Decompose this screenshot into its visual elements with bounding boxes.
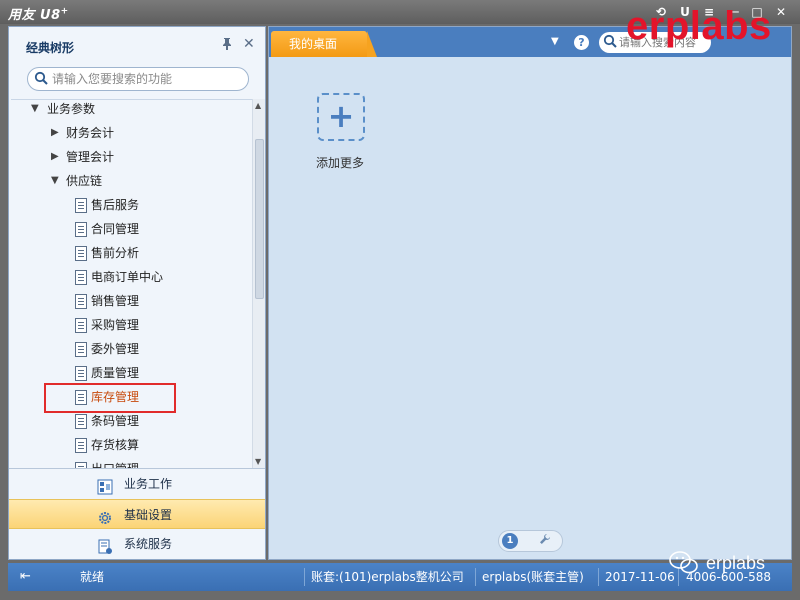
nav-business-work[interactable]: 业务工作 [9, 469, 265, 499]
tree-item-business-params[interactable]: ▼ 业务参数 [11, 100, 251, 120]
tree-item-supply-chain[interactable]: ▼ 供应链 [11, 170, 251, 192]
watermark-brand: erplabs [626, 4, 772, 48]
tree-item-quality[interactable]: 质量管理 [11, 362, 251, 384]
scroll-down-arrow-icon[interactable]: ▼ [255, 457, 261, 466]
tree-item-contract[interactable]: 合同管理 [11, 218, 251, 240]
wrench-icon[interactable] [539, 533, 551, 548]
search-icon [34, 71, 48, 88]
document-icon [75, 414, 87, 429]
status-separator [475, 568, 476, 586]
tree-item-sales[interactable]: 销售管理 [11, 290, 251, 312]
nav-system-service[interactable]: 系统服务 [9, 529, 265, 559]
tree-item-presales[interactable]: 售前分析 [11, 242, 251, 264]
status-state: 就绪 [80, 570, 105, 584]
tree-item-label: 售后服务 [91, 198, 140, 212]
tree-item-management-accounting[interactable]: ▶ 管理会计 [11, 146, 251, 168]
status-separator [304, 568, 305, 586]
document-icon [75, 198, 87, 213]
watermark-wechat-text: erplabs [706, 553, 766, 573]
tree-item-outsourcing[interactable]: 委外管理 [11, 338, 251, 360]
tree-item-label: 业务参数 [47, 102, 96, 116]
tab-my-desktop[interactable]: 我的桌面 [271, 31, 377, 57]
app-title-text: 用友 U8 [8, 8, 61, 23]
tree-item-label: 采购管理 [91, 318, 140, 332]
nav-label: 业务工作 [124, 477, 173, 491]
search-input[interactable] [52, 71, 242, 87]
status-account: 账套:(101)erplabs整机公司 [311, 570, 464, 584]
document-icon [75, 294, 87, 309]
highlight-annotation [44, 383, 176, 413]
status-user: erplabs(账套主管) [482, 570, 584, 584]
chevron-down-icon[interactable]: ▼ [51, 170, 59, 192]
tree-item-purchasing[interactable]: 采购管理 [11, 314, 251, 336]
document-icon [75, 438, 87, 453]
tree-item-label: 存货核算 [91, 438, 140, 452]
tree-item-barcode[interactable]: 条码管理 [11, 410, 251, 432]
page-1-button[interactable]: 1 [502, 533, 518, 549]
document-icon [75, 246, 87, 261]
app-title: 用友 U8+ [8, 4, 69, 23]
tree-item-label: 财务会计 [66, 126, 115, 140]
desktop-pane: 我的桌面 ▼ ? + 添加更多 1 [268, 26, 792, 560]
tree-item-label: 电商订单中心 [91, 270, 164, 284]
system-service-icon [97, 536, 113, 554]
tree-item-label: 条码管理 [91, 414, 140, 428]
collapse-arrow-icon[interactable]: ⇤ [20, 563, 31, 591]
tree-item-label: 售前分析 [91, 246, 140, 260]
nav-basic-settings[interactable]: 基础设置 [9, 499, 265, 529]
document-icon [75, 270, 87, 285]
add-more-label[interactable]: 添加更多 [316, 154, 364, 171]
document-icon [75, 366, 87, 381]
close-icon[interactable]: ✕ [243, 36, 255, 52]
scroll-up-arrow-icon[interactable]: ▲ [255, 101, 261, 110]
tree-item-financial-accounting[interactable]: ▶ 财务会计 [11, 122, 251, 144]
chevron-right-icon[interactable]: ▶ [51, 122, 59, 144]
tree-item-after-sales[interactable]: 售后服务 [11, 194, 251, 216]
document-icon [75, 222, 87, 237]
tree-item-label: 合同管理 [91, 222, 140, 236]
tree-item-ecommerce-orders[interactable]: 电商订单中心 [11, 266, 251, 288]
chevron-right-icon[interactable]: ▶ [51, 146, 59, 168]
status-date: 2017-11-06 [605, 570, 675, 584]
plus-icon: + [327, 97, 355, 135]
nav-label: 系统服务 [124, 537, 173, 551]
close-button[interactable]: ✕ [772, 3, 790, 21]
function-search-box[interactable] [27, 67, 249, 91]
tree-item-label: 供应链 [66, 174, 103, 188]
tree-scrollbar[interactable]: ▲ ▼ [252, 99, 265, 468]
gear-icon [97, 507, 113, 524]
wechat-logo-icon [668, 550, 700, 576]
left-panel-header: 经典树形 ✕ [9, 27, 265, 61]
search-icon [603, 34, 617, 51]
business-work-icon [97, 476, 113, 495]
nav-label: 基础设置 [124, 508, 173, 522]
pin-icon[interactable] [221, 37, 233, 54]
tree-item-label: 出口管理 [91, 458, 139, 468]
document-icon [75, 342, 87, 357]
tree-item-label: 销售管理 [91, 294, 140, 308]
left-panel-title: 经典树形 [26, 41, 75, 55]
chevron-down-icon[interactable]: ▼ [551, 36, 559, 47]
scroll-thumb[interactable] [255, 139, 264, 299]
chevron-down-icon[interactable]: ▼ [31, 100, 39, 120]
tree-item-inventory-accounting[interactable]: 存货核算 [11, 434, 251, 456]
desktop-pager: 1 [498, 530, 563, 552]
app-title-sup: + [60, 6, 69, 17]
add-more-button[interactable]: + [317, 93, 365, 141]
tree-item-export[interactable]: 出口管理 [11, 458, 251, 468]
help-icon[interactable]: ? [574, 35, 589, 50]
left-panel: 经典树形 ✕ ▼ 业务参数 ▶ 财务会计 ▶ 管理会计 ▼ 供应链 [8, 26, 266, 560]
document-icon [75, 318, 87, 333]
tree-item-label: 委外管理 [91, 342, 140, 356]
tree-item-label: 管理会计 [66, 150, 115, 164]
tree-item-label: 质量管理 [91, 366, 140, 380]
status-separator [598, 568, 599, 586]
